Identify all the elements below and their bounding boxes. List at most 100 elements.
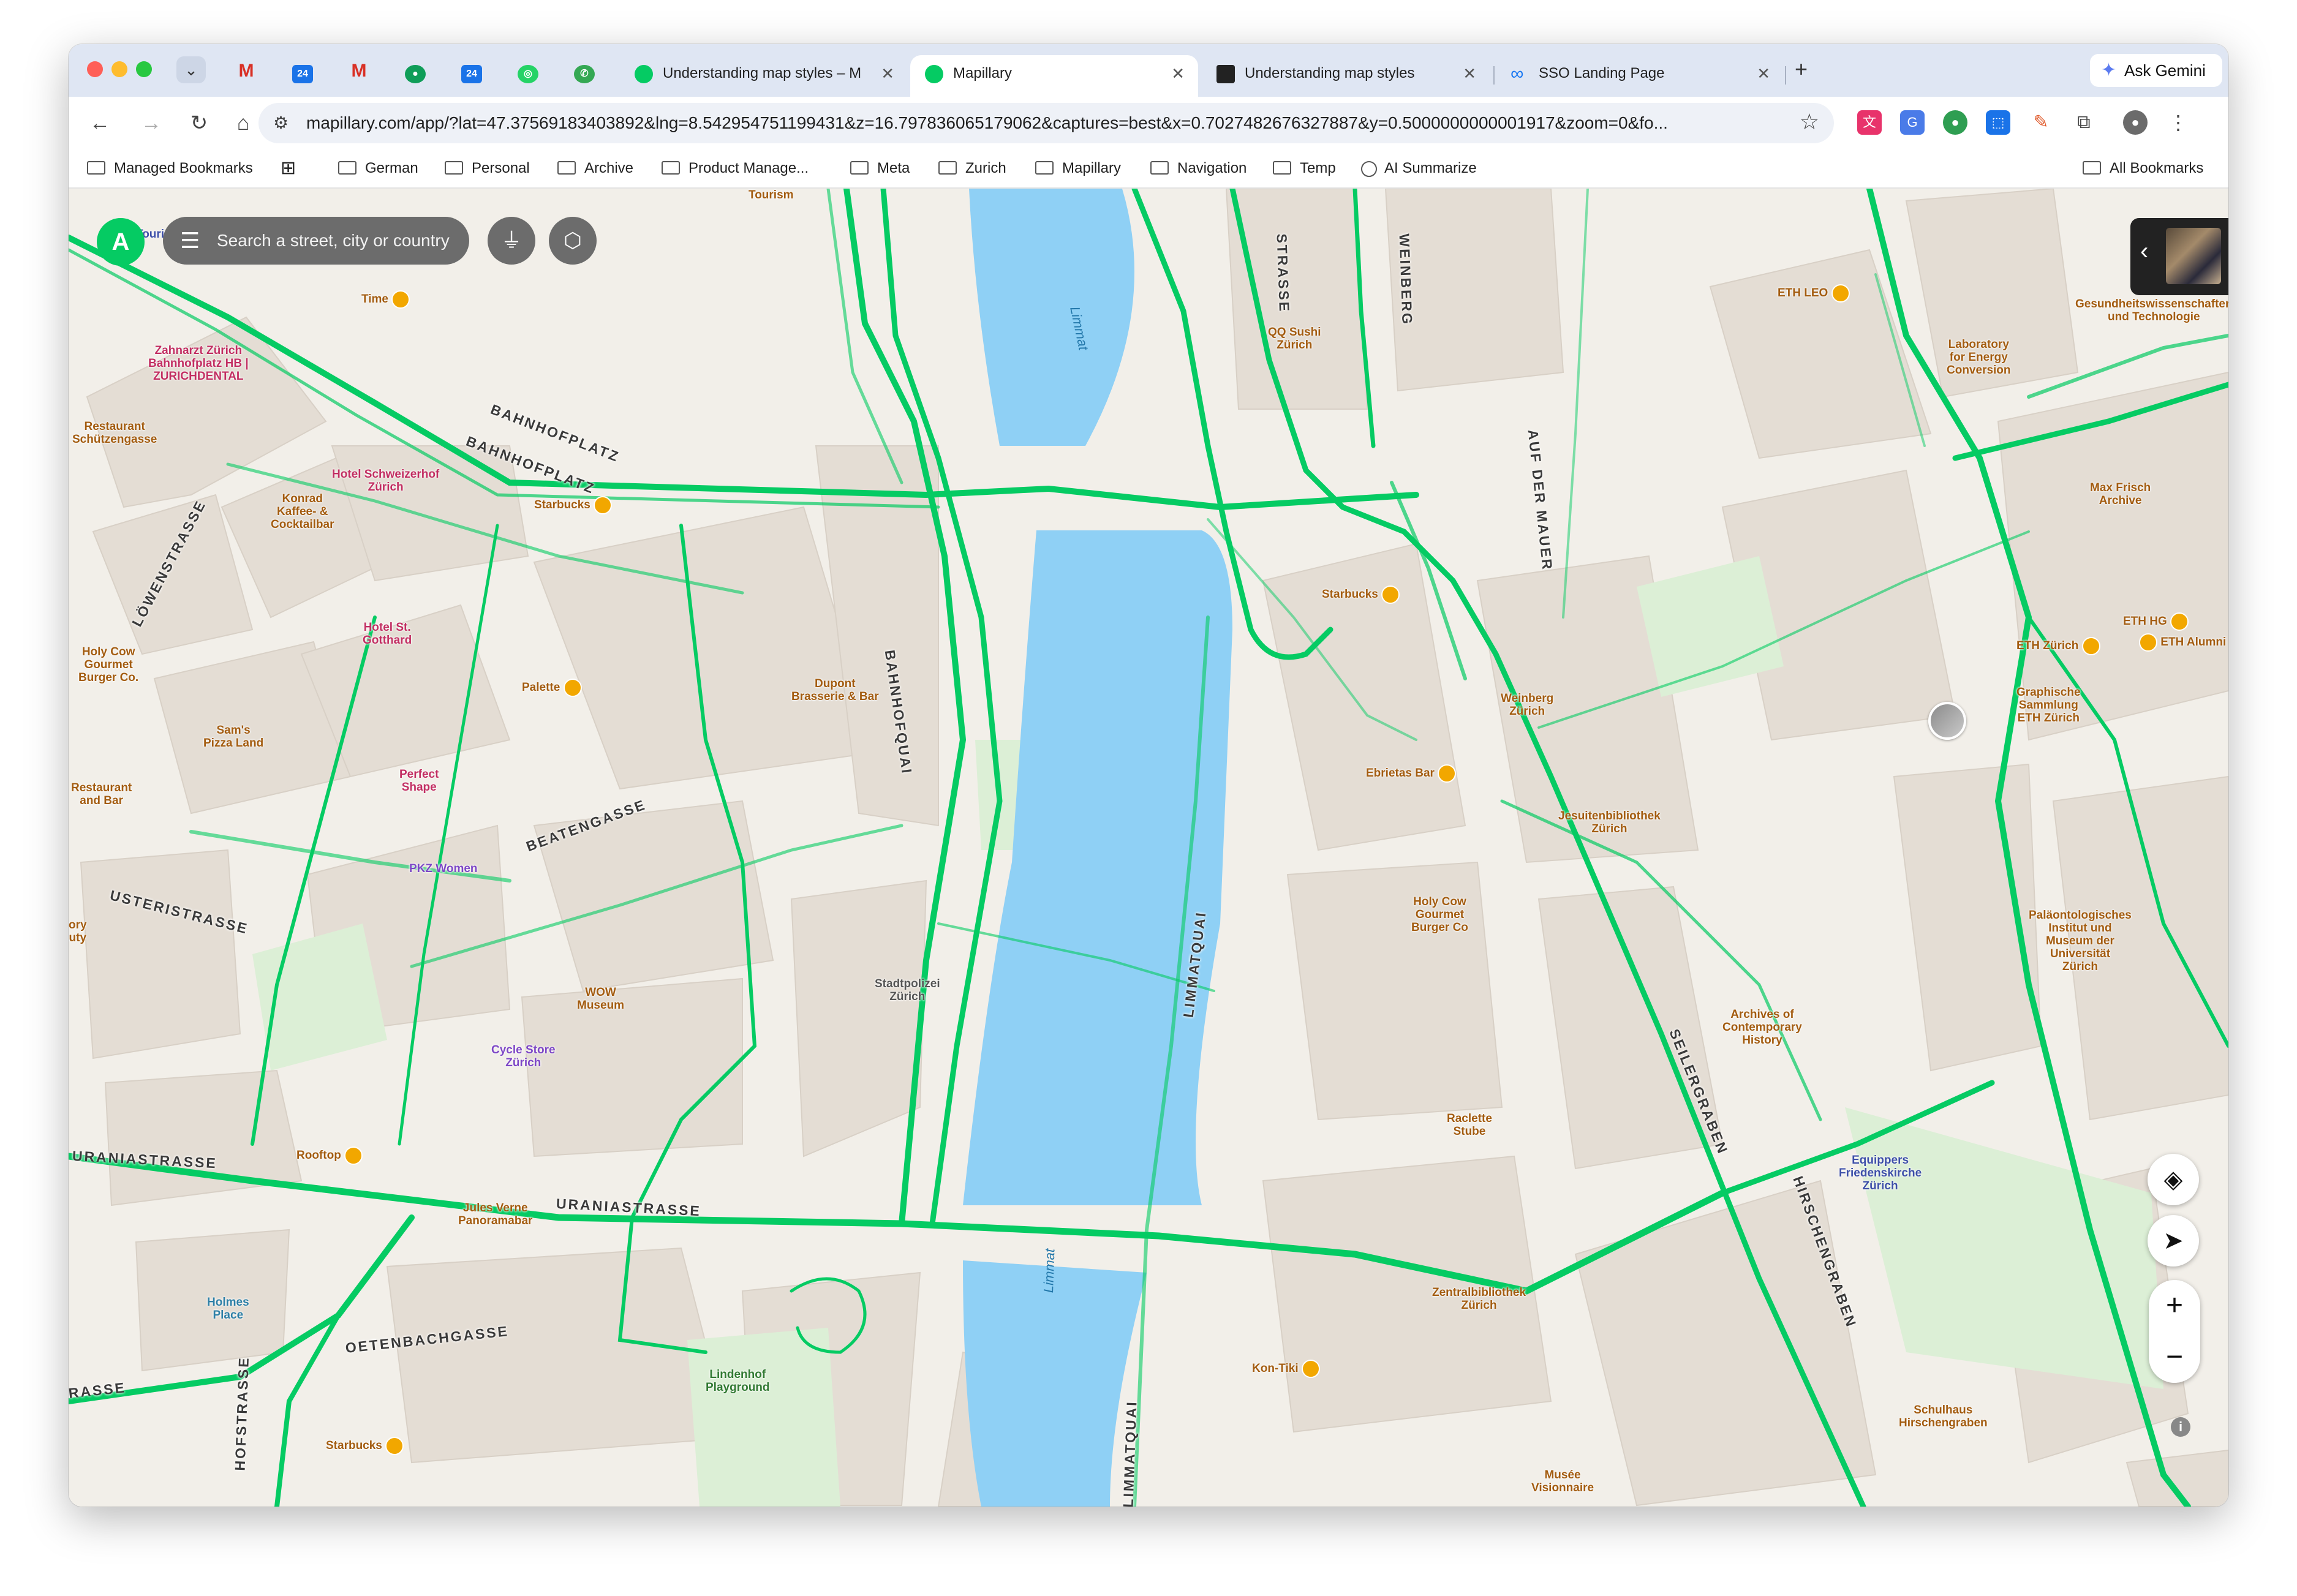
- poi-archives-contemporary-history[interactable]: Archives of Contemporary History: [1722, 1008, 1802, 1047]
- poi-stadtpolizei[interactable]: Stadtpolizei Zürich: [875, 977, 940, 1003]
- mapillary-logo-icon[interactable]: A: [97, 218, 145, 266]
- tab-understanding-map-styles-2[interactable]: Understanding map styles ✕: [1202, 55, 1490, 97]
- poi-time[interactable]: Time: [361, 290, 410, 309]
- map-canvas[interactable]: BAHNHOFPLATZ BAHNHOFPLATZ LÖWENSTRASSE B…: [69, 189, 2228, 1507]
- poi-laboratory-energy[interactable]: Laboratory for Energy Conversion: [1947, 338, 2011, 377]
- bookmark-ai-summarize[interactable]: AI Summarize: [1361, 149, 1477, 187]
- poi-zentralbibliothek[interactable]: Zentralbibliothek Zürich: [1432, 1286, 1526, 1312]
- pinned-tab-calendar-2[interactable]: 24: [450, 56, 494, 86]
- poi-starbucks-3[interactable]: Starbucks: [1322, 585, 1400, 604]
- poi-holy-cow[interactable]: Holy Cow Gourmet Burger Co.: [78, 646, 138, 684]
- ask-gemini-button[interactable]: ✦ Ask Gemini: [2090, 54, 2222, 87]
- poi-partial[interactable]: ory uty: [69, 919, 87, 944]
- bookmark-temp[interactable]: Temp: [1273, 149, 1336, 187]
- poi-wow-museum[interactable]: WOW Museum: [577, 986, 624, 1012]
- new-tab-button[interactable]: +: [1795, 56, 1808, 82]
- close-tab-icon[interactable]: ✕: [1171, 55, 1185, 92]
- close-tab-icon[interactable]: ✕: [1757, 55, 1770, 92]
- extension-badge-icon[interactable]: ⬚: [1986, 110, 2010, 135]
- poi-raclette-stube[interactable]: Raclette Stube: [1447, 1112, 1492, 1138]
- poi-jesuitenbibliothek[interactable]: Jesuitenbibliothek Zürich: [1558, 810, 1661, 835]
- poi-max-frisch[interactable]: Max Frisch Archive: [2090, 481, 2151, 507]
- poi-eth-leo[interactable]: ETH LEO: [1778, 284, 1850, 303]
- poi-perfect-shape[interactable]: Perfect Shape: [399, 768, 439, 794]
- poi-starbucks-2[interactable]: Starbucks: [326, 1437, 404, 1455]
- image-viewer-collapsed[interactable]: ‹: [2130, 218, 2228, 295]
- tab-sso-landing-page[interactable]: ∞ SSO Landing Page ✕: [1496, 55, 1784, 97]
- poi-ebrietas-bar[interactable]: Ebrietas Bar: [1366, 764, 1457, 783]
- layers-button[interactable]: ◈: [2148, 1154, 2199, 1205]
- poi-palette[interactable]: Palette: [522, 679, 582, 697]
- poi-hotel-st-gotthard[interactable]: Hotel St. Gotthard: [363, 621, 412, 647]
- poi-rooftop[interactable]: Rooftop: [296, 1146, 363, 1165]
- poi-pkz-women[interactable]: PKZ Women: [409, 862, 478, 875]
- chevron-left-icon[interactable]: ‹: [2140, 238, 2148, 265]
- extension-translate-icon[interactable]: 文: [1857, 110, 1882, 135]
- poi-schulhaus-hirschengraben[interactable]: Schulhaus Hirschengraben: [1899, 1404, 1988, 1429]
- extensions-puzzle-icon[interactable]: ⧉: [2072, 110, 2096, 135]
- image-marker[interactable]: [1928, 702, 1966, 740]
- poi-lindenhof-playground[interactable]: Lindenhof Playground: [706, 1368, 770, 1394]
- poi-eth-zurich[interactable]: ETH Zürich: [2016, 637, 2100, 655]
- poi-starbucks[interactable]: Starbucks: [534, 496, 613, 514]
- bookmark-german[interactable]: German: [338, 149, 418, 187]
- poi-tourism[interactable]: Tourism: [749, 189, 794, 201]
- extension-pen-icon[interactable]: ✎: [2029, 110, 2053, 135]
- bookmark-mapillary[interactable]: Mapillary: [1035, 149, 1121, 187]
- poi-sams-pizza[interactable]: Sam's Pizza Land: [203, 724, 263, 750]
- poi-graphische-sammlung[interactable]: Graphische Sammlung ETH Zürich: [2016, 686, 2081, 725]
- poi-musee-visionnaire[interactable]: Musée Visionnaire: [1531, 1469, 1594, 1494]
- menu-icon[interactable]: ☰: [180, 217, 200, 265]
- poi-weinberg[interactable]: Weinberg Zürich: [1501, 692, 1553, 718]
- bookmark-product-manage[interactable]: Product Manage...: [662, 149, 809, 187]
- poi-zahnarzt[interactable]: Zahnarzt Zürich Bahnhofplatz HB | ZURICH…: [148, 344, 249, 383]
- forward-icon[interactable]: →: [137, 109, 165, 137]
- url-text[interactable]: mapillary.com/app/?lat=47.37569183403892…: [306, 103, 1764, 143]
- poi-qq-sushi[interactable]: QQ Sushi Zürich: [1268, 326, 1321, 352]
- close-tab-icon[interactable]: ✕: [881, 55, 894, 92]
- zoom-out-button[interactable]: −: [2149, 1331, 2200, 1383]
- bookmark-navigation[interactable]: Navigation: [1150, 149, 1247, 187]
- bookmark-managed[interactable]: Managed Bookmarks: [87, 149, 253, 187]
- poi-restaurant-and-bar[interactable]: Restaurant and Bar: [71, 781, 132, 807]
- poi-holmes-place[interactable]: Holmes Place: [207, 1296, 249, 1322]
- poi-gesundheitswissenschaften[interactable]: Gesundheitswissenschaften und Technologi…: [2075, 298, 2228, 323]
- minimize-window-button[interactable]: [111, 61, 127, 77]
- poi-eth-alumni[interactable]: ETH Alumni: [2139, 633, 2226, 652]
- bookmark-all-bookmarks[interactable]: All Bookmarks: [2083, 149, 2203, 187]
- poi-equippers[interactable]: Equippers Friedenskirche Zürich: [1839, 1154, 1922, 1192]
- close-tab-icon[interactable]: ✕: [1463, 55, 1476, 92]
- poi-cycle-store[interactable]: Cycle Store Zürich: [491, 1044, 556, 1069]
- site-settings-icon[interactable]: ⚙: [273, 113, 289, 133]
- bookmark-archive[interactable]: Archive: [557, 149, 633, 187]
- browser-menu-icon[interactable]: ⋮: [2166, 110, 2190, 135]
- poi-holy-cow-2[interactable]: Holy Cow Gourmet Burger Co: [1411, 895, 1468, 934]
- pinned-tab-app[interactable]: ●: [393, 56, 437, 86]
- poi-kon-tiki[interactable]: Kon-Tiki: [1252, 1360, 1320, 1378]
- close-window-button[interactable]: [87, 61, 103, 77]
- bookmark-meta[interactable]: Meta: [850, 149, 910, 187]
- pinned-tab-gmail-2[interactable]: M: [337, 56, 381, 86]
- extension-grammarly-icon[interactable]: ●: [1943, 110, 1967, 135]
- profile-avatar[interactable]: ●: [2123, 110, 2148, 135]
- tab-search-button[interactable]: ⌄: [176, 56, 206, 83]
- image-thumbnail[interactable]: [2166, 228, 2221, 284]
- reload-icon[interactable]: ↻: [185, 109, 213, 137]
- address-bar[interactable]: ⚙ mapillary.com/app/?lat=47.375691834038…: [258, 103, 1834, 143]
- pinned-tab-phone[interactable]: ✆: [562, 56, 606, 86]
- pinned-tab-calendar[interactable]: 24: [281, 56, 325, 86]
- bookmark-personal[interactable]: Personal: [445, 149, 530, 187]
- map-style-button[interactable]: ⬡: [549, 217, 597, 265]
- filter-button[interactable]: ⏚: [488, 217, 535, 265]
- poi-konrad[interactable]: Konrad Kaffee- & Cocktailbar: [271, 492, 334, 531]
- bookmark-zurich[interactable]: Zurich: [938, 149, 1006, 187]
- tab-mapillary[interactable]: Mapillary ✕: [910, 55, 1198, 97]
- bookmark-star-icon[interactable]: ☆: [1800, 109, 1819, 135]
- map-search-input[interactable]: ☰ Search a street, city or country: [163, 217, 469, 265]
- zoom-in-button[interactable]: +: [2149, 1280, 2200, 1331]
- poi-eth-hg[interactable]: ETH HG: [2123, 612, 2189, 631]
- poi-hotel-schweizerhof[interactable]: Hotel Schweizerhof Zürich: [332, 468, 439, 494]
- extension-google-translate-icon[interactable]: G: [1900, 110, 1925, 135]
- back-icon[interactable]: ←: [86, 109, 114, 137]
- poi-dupont[interactable]: Dupont Brasserie & Bar: [791, 677, 879, 703]
